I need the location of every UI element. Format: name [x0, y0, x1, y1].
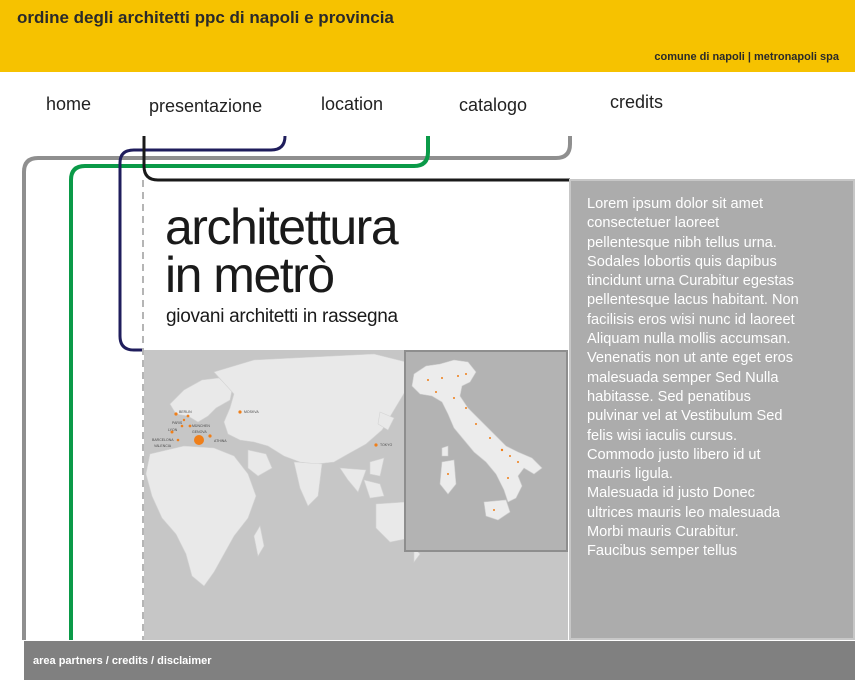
nav-location[interactable]: location: [321, 94, 383, 115]
nav-credits[interactable]: credits: [610, 92, 663, 113]
footer-links[interactable]: area partners / credits / disclaimer: [33, 655, 212, 667]
hero-title: architettura in metrò: [165, 199, 399, 303]
nav-home[interactable]: home: [46, 94, 91, 115]
nav-presentazione[interactable]: presentazione: [149, 96, 262, 117]
footer-bar: area partners / credits / disclaimer: [24, 641, 855, 680]
nav-catalogo[interactable]: catalogo: [459, 95, 527, 116]
label-lyon: LYON: [168, 428, 178, 432]
label-moskva: MOSKVA: [244, 410, 259, 414]
hero-title-line1: architettura: [165, 199, 399, 255]
description-panel: Lorem ipsum dolor sit amet consectetuer …: [569, 179, 855, 640]
site-title[interactable]: ordine degli architetti ppc di napoli e …: [17, 8, 394, 28]
description-text: Lorem ipsum dolor sit amet consectetuer …: [587, 196, 799, 560]
label-berlin: BERLIN: [179, 410, 192, 414]
label-barcelona: BARCELONA: [152, 438, 174, 442]
italy-map-graphic: [411, 359, 543, 521]
label-tokyo: TOKYO: [380, 443, 392, 447]
italy-inset-map[interactable]: [404, 350, 568, 552]
partner-links[interactable]: comune di napoli | metronapoli spa: [654, 51, 839, 63]
label-paris: PARIS: [172, 421, 183, 425]
label-munchen: MÜNCHEN: [192, 424, 210, 428]
label-valencia: VALENCIA: [154, 444, 172, 448]
label-athina: ATHINA: [214, 439, 227, 443]
label-genova: GENOVA: [192, 430, 207, 434]
hero-subtitle: giovani architetti in rassegna: [166, 306, 398, 327]
header-bar: ordine degli architetti ppc di napoli e …: [0, 0, 855, 72]
hero-title-line2: in metrò: [165, 247, 335, 303]
